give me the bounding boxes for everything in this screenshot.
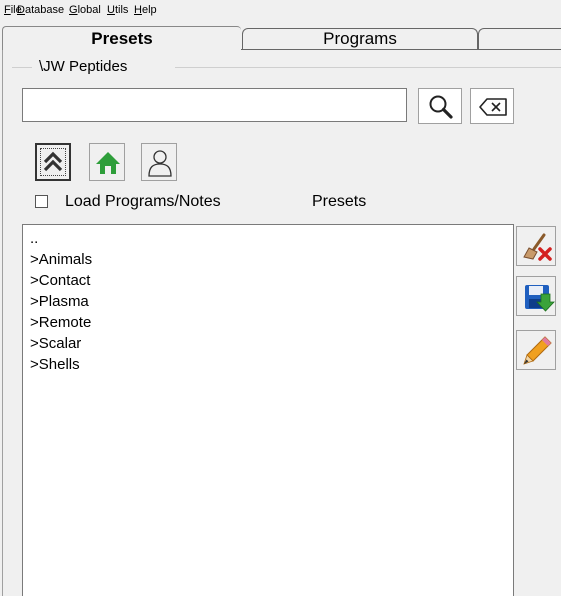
group-border: [175, 67, 561, 68]
menu-database[interactable]: Database: [17, 4, 64, 16]
tab-programs[interactable]: Programs: [242, 28, 478, 50]
tab-presets[interactable]: Presets: [2, 26, 241, 50]
list-item[interactable]: >Animals: [30, 249, 92, 270]
folder-path-title: \JW Peptides: [35, 58, 132, 75]
menu-global[interactable]: Global: [69, 4, 101, 16]
backspace-clear-icon: [479, 98, 507, 116]
save-button[interactable]: [516, 276, 556, 316]
tab-divider: [240, 49, 561, 50]
list-item[interactable]: >Scalar: [30, 333, 81, 354]
group-border: [12, 67, 32, 68]
tab-overflow[interactable]: [478, 28, 561, 50]
search-button[interactable]: [418, 88, 462, 124]
list-item[interactable]: >Plasma: [30, 291, 89, 312]
search-input[interactable]: [22, 88, 407, 122]
menu-bar: File Database Global Utils Help: [0, 0, 561, 20]
double-chevron-up-icon: [43, 151, 63, 172]
magnifier-icon: [429, 95, 453, 119]
menu-help[interactable]: Help: [134, 4, 157, 16]
list-item[interactable]: >Contact: [30, 270, 90, 291]
delete-button[interactable]: [516, 226, 556, 266]
home-button[interactable]: [89, 143, 125, 181]
list-item[interactable]: ..: [30, 231, 38, 246]
pencil-icon: [523, 336, 552, 365]
edit-button[interactable]: [516, 330, 556, 370]
user-icon: [148, 150, 172, 177]
home-icon: [96, 152, 120, 174]
brush-delete-icon: [523, 233, 552, 261]
list-caption: Presets: [312, 193, 367, 210]
list-item[interactable]: >Remote: [30, 312, 91, 333]
user-button[interactable]: [141, 143, 177, 181]
list-item[interactable]: >Shells: [30, 354, 80, 375]
menu-utils[interactable]: Utils: [107, 4, 128, 16]
clear-search-button[interactable]: [470, 88, 514, 124]
load-programs-label[interactable]: Load Programs/Notes: [65, 193, 221, 211]
load-programs-checkbox[interactable]: [35, 195, 48, 208]
save-disk-icon: [525, 285, 555, 312]
panel-border: [2, 49, 3, 596]
presets-list[interactable]: .. >Animals >Contact >Plasma >Remote >Sc…: [22, 224, 514, 596]
go-up-button[interactable]: [35, 143, 71, 181]
